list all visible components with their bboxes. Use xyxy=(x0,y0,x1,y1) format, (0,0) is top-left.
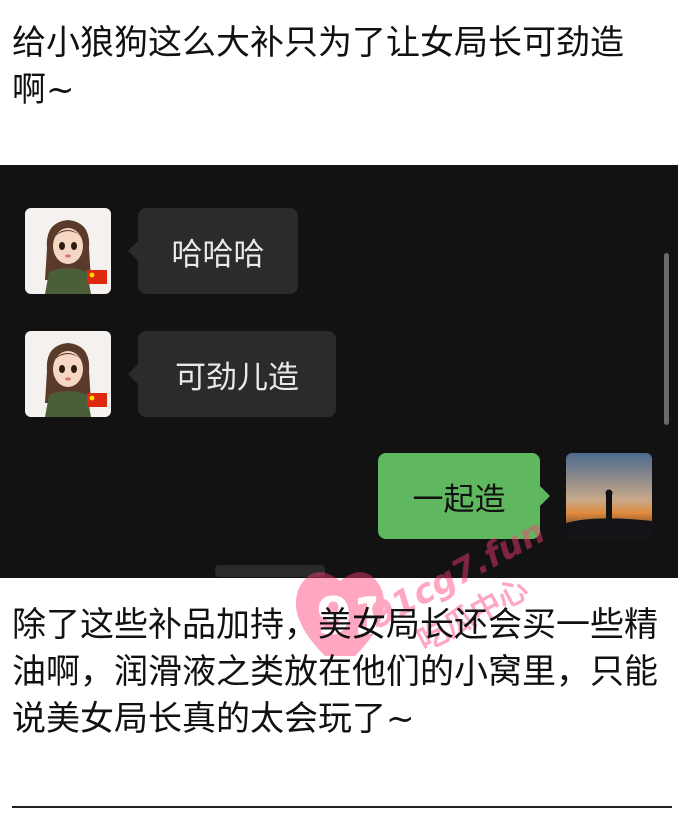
incoming-message-bubble[interactable]: 哈哈哈 xyxy=(128,208,298,294)
contact-avatar[interactable] xyxy=(25,331,111,417)
contact-avatar[interactable] xyxy=(25,208,111,294)
girl-avatar-icon xyxy=(25,208,111,294)
china-flag-icon xyxy=(87,270,107,284)
message-text: 哈哈哈 xyxy=(171,236,265,273)
divider xyxy=(12,806,672,808)
intro-paragraph: 给小狼狗这么大补只为了让女局长可劲造啊~ xyxy=(12,23,624,110)
message-text: 可劲儿造 xyxy=(175,359,299,396)
incoming-message-bubble[interactable]: 可劲儿造 xyxy=(128,331,336,417)
scrollbar[interactable] xyxy=(664,253,669,425)
china-flag-icon xyxy=(87,393,107,407)
body-paragraph: 除了这些补品加持，美女局长还会买一些精油啊，润滑液之类放在他们的小窝里，只能说美… xyxy=(12,605,658,739)
girl-avatar-icon xyxy=(25,331,111,417)
